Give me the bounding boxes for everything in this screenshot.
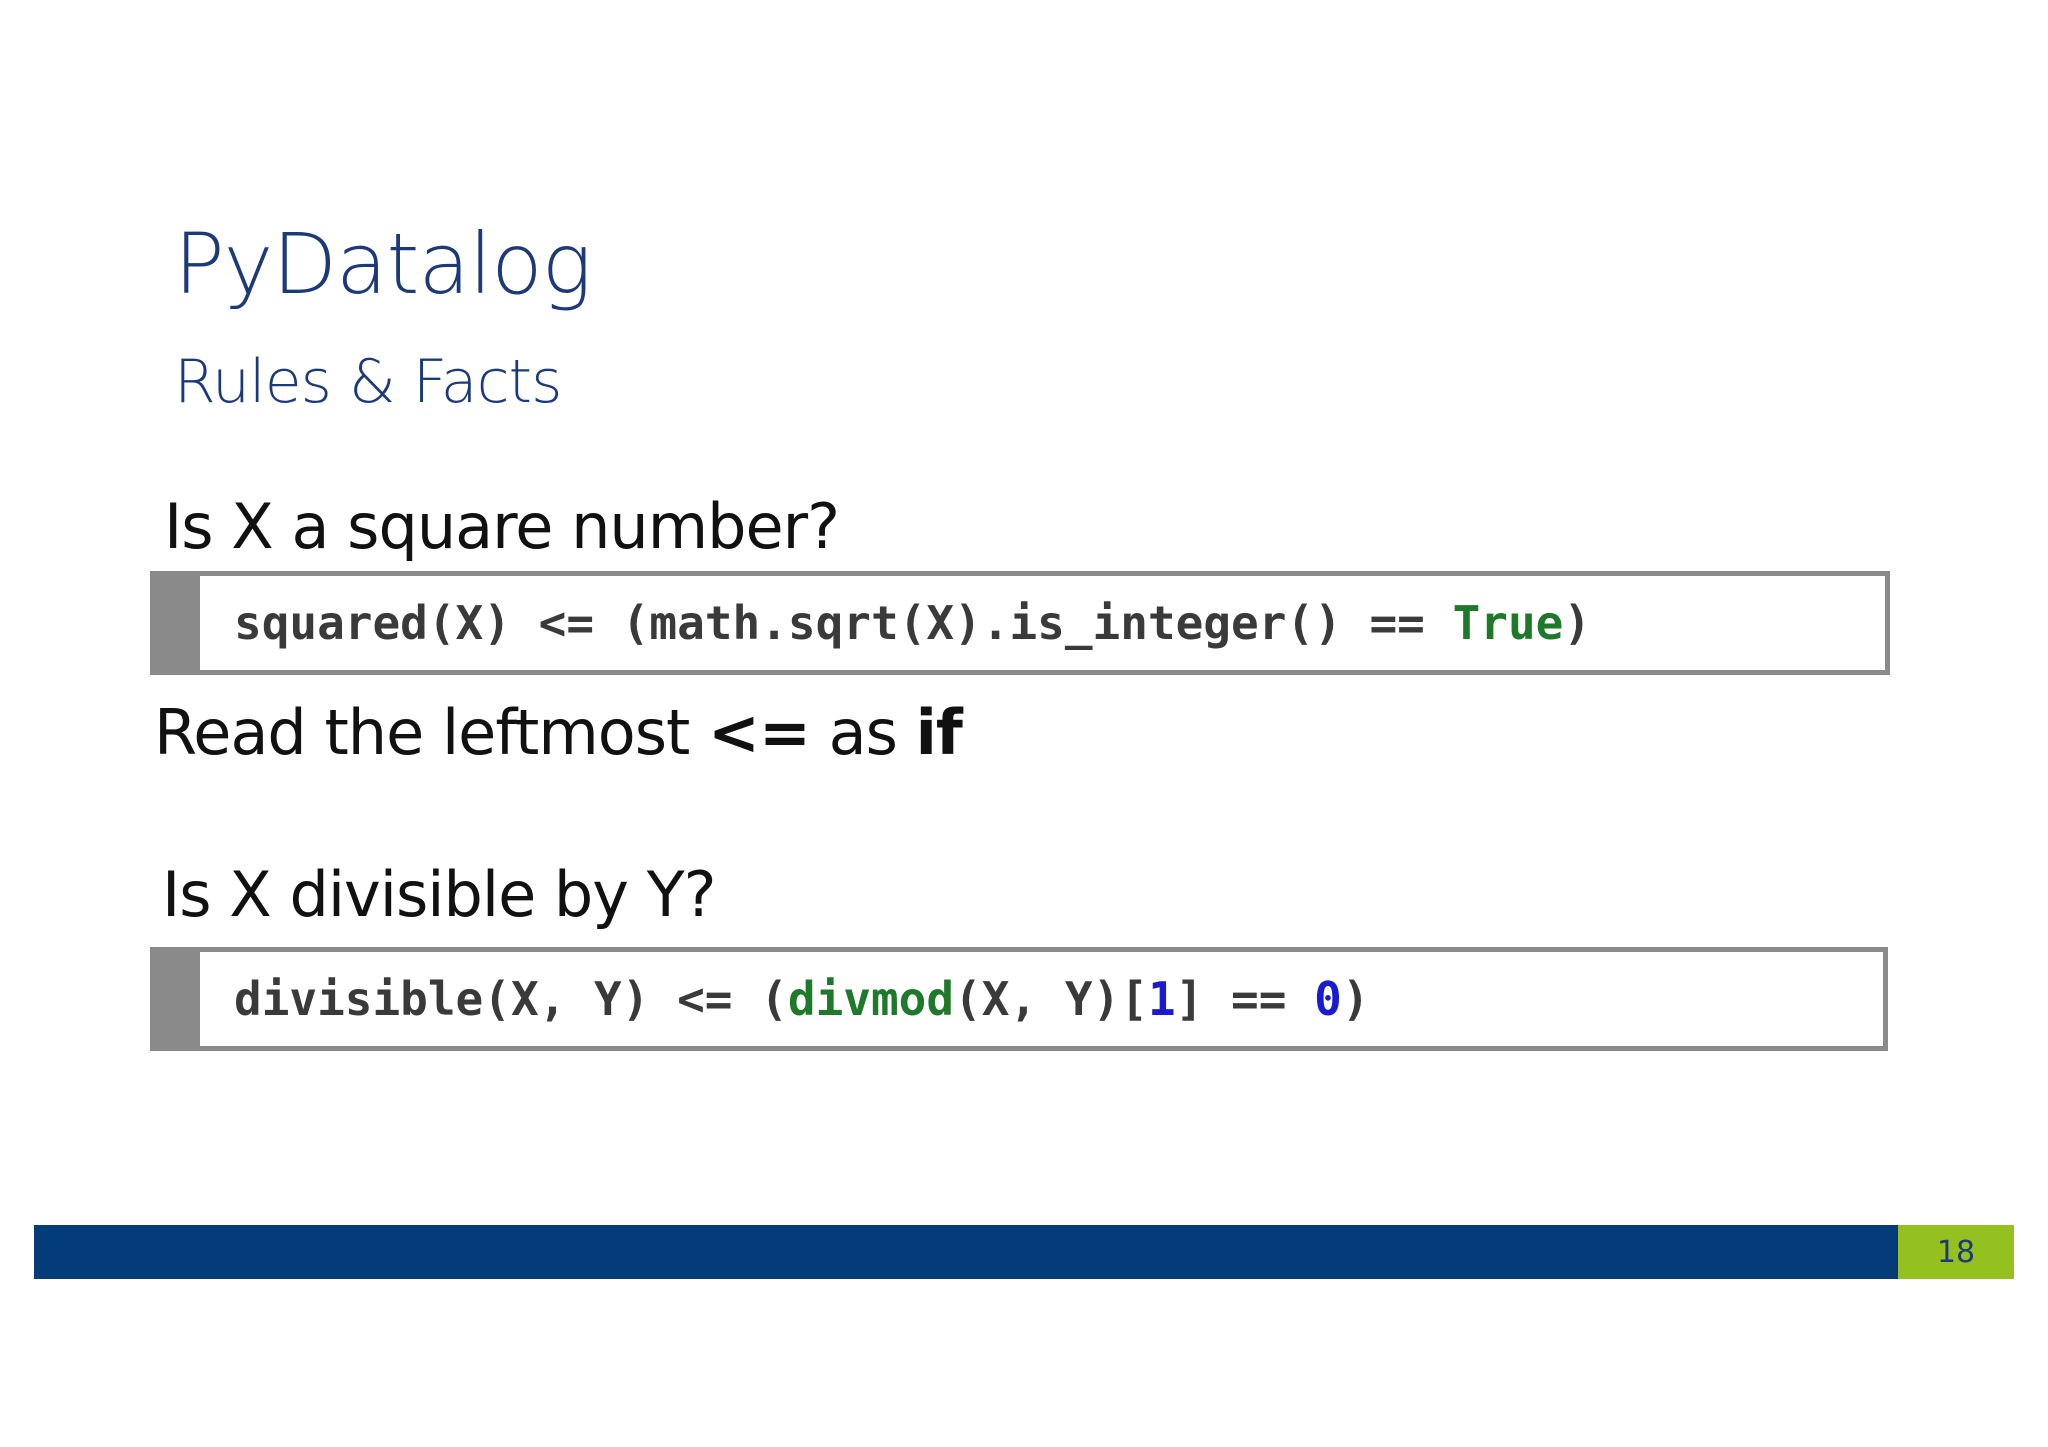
code-keyword-true: True: [1452, 596, 1564, 650]
code-block-divisible: divisible(X, Y) <= (divmod (X, Y)[1] == 0…: [150, 947, 1888, 1051]
question-square: Is X a square number?: [164, 490, 840, 563]
code-text: divisible(X, Y) <= (: [234, 972, 788, 1026]
code-text: (X, Y)[: [954, 972, 1148, 1026]
code-text: ): [1563, 596, 1592, 650]
code-block-squared: squared(X) <= (math.sqrt(X).is_integer()…: [150, 571, 1890, 675]
note-operator: <=: [708, 696, 811, 769]
note-text: Read the leftmost <= as if: [154, 702, 963, 764]
page-number-badge: 18: [1898, 1225, 2014, 1279]
slide-title: PyDatalog: [174, 215, 592, 313]
code-number-one: 1: [1147, 972, 1176, 1026]
code-text: squared(X) <= (math.sqrt(X).is_integer()…: [234, 596, 1453, 650]
note-prefix: Read the leftmost: [154, 696, 709, 769]
note-keyword: if: [915, 696, 963, 769]
slide-subtitle: Rules & Facts: [174, 347, 562, 417]
code-text: ): [1341, 972, 1370, 1026]
code-number-zero: 0: [1314, 972, 1342, 1026]
code-text: ] ==: [1175, 972, 1315, 1026]
code-function-divmod: divmod: [787, 972, 955, 1026]
note-middle: as: [809, 696, 916, 769]
question-divisible: Is X divisible by Y?: [162, 858, 716, 931]
footer-bar: [34, 1225, 1898, 1279]
